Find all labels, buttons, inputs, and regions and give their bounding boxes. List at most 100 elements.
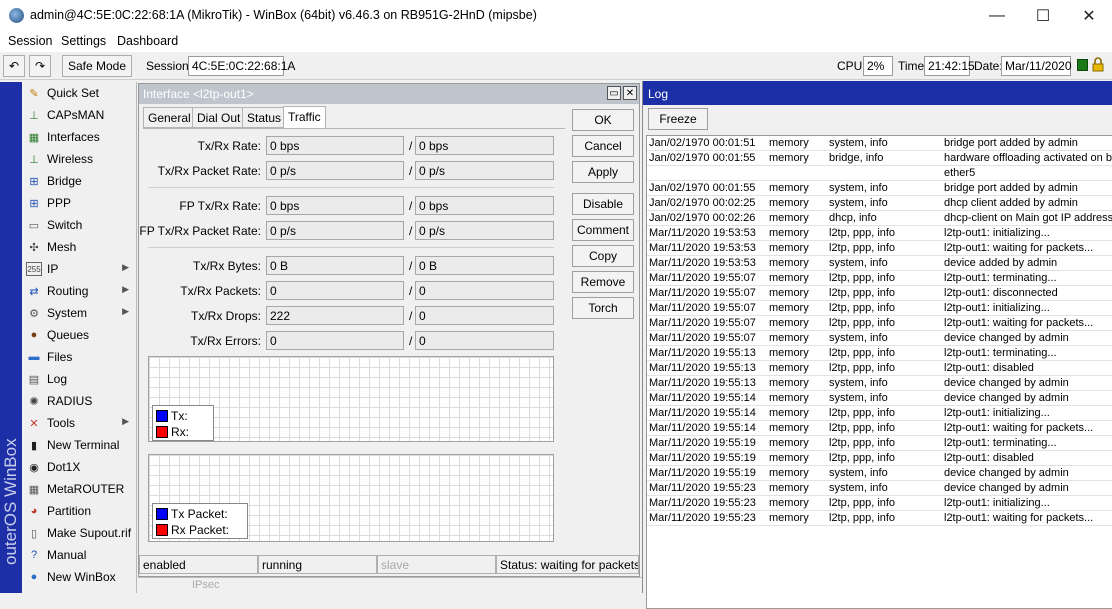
field-tx-value[interactable]: 222 xyxy=(266,306,404,325)
menu-dashboard[interactable]: Dashboard xyxy=(117,34,178,48)
session-field[interactable]: 4C:5E:0C:22:68:1A xyxy=(188,56,295,76)
freeze-button[interactable]: Freeze xyxy=(648,108,708,130)
minimize-button[interactable]: — xyxy=(974,0,1020,31)
field-tx-value[interactable]: 0 bps xyxy=(266,136,404,155)
sidebar-item-ppp[interactable]: ⊞ PPP xyxy=(22,192,135,214)
menu-session[interactable]: Session xyxy=(8,34,52,48)
sidebar-item-radius[interactable]: ✺ RADIUS xyxy=(22,390,135,412)
field-rx-value[interactable]: 0 bps xyxy=(415,196,554,215)
log-row[interactable]: Mar/11/2020 19:53:53 memory system, info de… xyxy=(647,256,1112,271)
switch-icon: ▭ xyxy=(28,219,40,232)
copy-button[interactable]: Copy xyxy=(572,245,634,267)
field-rx-value[interactable]: 0 bps xyxy=(415,136,554,155)
log-row[interactable]: Mar/11/2020 19:55:14 memory l2tp, ppp, inf… xyxy=(647,406,1112,421)
log-row[interactable]: Mar/11/2020 19:55:13 memory l2tp, ppp, inf… xyxy=(647,361,1112,376)
field-rx-value[interactable]: 0 B xyxy=(415,256,554,275)
mesh-icon: ✣ xyxy=(29,241,39,254)
sidebar-item-metarouter[interactable]: ▦ MetaROUTER xyxy=(22,478,135,500)
log-message: l2tp-out1: initializing... xyxy=(944,302,1050,314)
field-label: Tx/Rx Rate: xyxy=(197,139,261,153)
log-row[interactable]: Jan/02/1970 00:02:26 memory dhcp, info dhcp… xyxy=(647,211,1112,226)
field-rx-value[interactable]: 0 p/s xyxy=(415,161,554,180)
field-tx-value[interactable]: 0 xyxy=(266,281,404,300)
log-row[interactable]: Mar/11/2020 19:55:13 memory l2tp, ppp, inf… xyxy=(647,346,1112,361)
field-rx-value[interactable]: 0 p/s xyxy=(415,221,554,240)
log-message: l2tp-out1: initializing... xyxy=(944,497,1050,509)
sidebar-item-capsman[interactable]: ⊥ CAPsMAN xyxy=(22,104,135,126)
log-row[interactable]: Mar/11/2020 19:53:53 memory l2tp, ppp, inf… xyxy=(647,226,1112,241)
sidebar-item-mesh[interactable]: ✣ Mesh xyxy=(22,236,135,258)
log-row[interactable]: Mar/11/2020 19:55:19 memory l2tp, ppp, inf… xyxy=(647,451,1112,466)
log-row[interactable]: Mar/11/2020 19:55:07 memory l2tp, ppp, inf… xyxy=(647,286,1112,301)
log-row[interactable]: Jan/02/1970 00:02:25 memory system, info dh… xyxy=(647,196,1112,211)
time-value: 21:42:15 xyxy=(924,56,975,76)
sidebar-item-new-terminal[interactable]: ▮ New Terminal xyxy=(22,434,135,456)
sidebar-item-label: PPP xyxy=(47,196,72,210)
log-row[interactable]: Mar/11/2020 19:53:53 memory l2tp, ppp, inf… xyxy=(647,241,1112,256)
remove-button[interactable]: Remove xyxy=(572,271,634,293)
log-row[interactable]: ether5 xyxy=(647,166,1112,181)
safe-mode-button[interactable]: Safe Mode xyxy=(62,55,132,77)
sidebar-item-quick-set[interactable]: ✎ Quick Set xyxy=(22,82,135,104)
apply-button[interactable]: Apply xyxy=(572,161,634,183)
log-row[interactable]: Mar/11/2020 19:55:07 memory system, info de… xyxy=(647,331,1112,346)
field-tx-value[interactable]: 0 p/s xyxy=(266,161,404,180)
log-row[interactable]: Jan/02/1970 00:01:55 memory system, info br… xyxy=(647,181,1112,196)
field-tx-value[interactable]: 0 bps xyxy=(266,196,404,215)
bridge-icon: ⊞ xyxy=(29,175,39,188)
cancel-button[interactable]: Cancel xyxy=(572,135,634,157)
log-row[interactable]: Mar/11/2020 19:55:07 memory l2tp, ppp, inf… xyxy=(647,316,1112,331)
log-topics: system, info xyxy=(829,332,888,344)
status-enabled: enabled xyxy=(139,555,258,574)
log-window-title-bar[interactable]: Log xyxy=(643,81,1112,105)
log-row[interactable]: Mar/11/2020 19:55:23 memory l2tp, ppp, inf… xyxy=(647,511,1112,526)
log-row[interactable]: Mar/11/2020 19:55:23 memory system, info de… xyxy=(647,481,1112,496)
sidebar-item-routing[interactable]: ⇄ Routing ▶ xyxy=(22,280,135,302)
restore-icon[interactable]: ▭ xyxy=(607,86,621,100)
section-divider xyxy=(148,187,554,188)
log-row[interactable]: Mar/11/2020 19:55:19 memory system, info de… xyxy=(647,466,1112,481)
menu-settings[interactable]: Settings xyxy=(61,34,106,48)
log-row[interactable]: Jan/02/1970 00:01:55 memory bridge, info ha… xyxy=(647,151,1112,166)
log-row[interactable]: Mar/11/2020 19:55:07 memory l2tp, ppp, inf… xyxy=(647,271,1112,286)
disable-button[interactable]: Disable xyxy=(572,193,634,215)
sidebar-item-switch[interactable]: ▭ Switch xyxy=(22,214,135,236)
maximize-button[interactable]: ☐ xyxy=(1020,0,1066,31)
sidebar-item-bridge[interactable]: ⊞ Bridge xyxy=(22,170,135,192)
log-row[interactable]: Mar/11/2020 19:55:14 memory system, info de… xyxy=(647,391,1112,406)
sidebar-item-files[interactable]: ▬ Files xyxy=(22,346,135,368)
field-tx-value[interactable]: 0 xyxy=(266,331,404,350)
close-icon[interactable]: ✕ xyxy=(623,86,637,100)
sidebar-item-dot1x[interactable]: ◉ Dot1X xyxy=(22,456,135,478)
undo-button[interactable]: ↶ xyxy=(3,55,25,77)
sidebar-item-new-winbox[interactable]: ● New WinBox xyxy=(22,566,135,588)
comment-button[interactable]: Comment xyxy=(572,219,634,241)
log-row[interactable]: Mar/11/2020 19:55:13 memory system, info de… xyxy=(647,376,1112,391)
sidebar-item-system[interactable]: ⚙ System ▶ xyxy=(22,302,135,324)
sidebar-item-queues[interactable]: ● Queues xyxy=(22,324,135,346)
sidebar-item-log[interactable]: ▤ Log xyxy=(22,368,135,390)
sidebar-item-ip[interactable]: 255 IP ▶ xyxy=(22,258,135,280)
sidebar-item-wireless[interactable]: ⊥ Wireless xyxy=(22,148,135,170)
close-button[interactable]: ✕ xyxy=(1066,0,1112,31)
sidebar-item-manual[interactable]: ? Manual xyxy=(22,544,135,566)
log-row[interactable]: Jan/02/1970 00:01:51 memory system, info br… xyxy=(647,136,1112,151)
redo-button[interactable]: ↷ xyxy=(29,55,51,77)
field-rx-value[interactable]: 0 xyxy=(415,306,554,325)
sidebar-item-tools[interactable]: ✕ Tools ▶ xyxy=(22,412,135,434)
log-row[interactable]: Mar/11/2020 19:55:07 memory l2tp, ppp, inf… xyxy=(647,301,1112,316)
field-tx-value[interactable]: 0 B xyxy=(266,256,404,275)
sidebar-item-partition[interactable]: ◕ Partition xyxy=(22,500,135,522)
log-message: device changed by admin xyxy=(944,467,1069,479)
log-table[interactable]: Jan/02/1970 00:01:51 memory system, info br… xyxy=(646,135,1112,609)
field-rx-value[interactable]: 0 xyxy=(415,331,554,350)
log-row[interactable]: Mar/11/2020 19:55:14 memory l2tp, ppp, inf… xyxy=(647,421,1112,436)
torch-button[interactable]: Torch xyxy=(572,297,634,319)
log-row[interactable]: Mar/11/2020 19:55:19 memory l2tp, ppp, inf… xyxy=(647,436,1112,451)
log-row[interactable]: Mar/11/2020 19:55:23 memory l2tp, ppp, inf… xyxy=(647,496,1112,511)
field-tx-value[interactable]: 0 p/s xyxy=(266,221,404,240)
field-rx-value[interactable]: 0 xyxy=(415,281,554,300)
sidebar-item-make-supout-rif[interactable]: ▯ Make Supout.rif xyxy=(22,522,135,544)
ok-button[interactable]: OK xyxy=(572,109,634,131)
sidebar-item-interfaces[interactable]: ▦ Interfaces xyxy=(22,126,135,148)
